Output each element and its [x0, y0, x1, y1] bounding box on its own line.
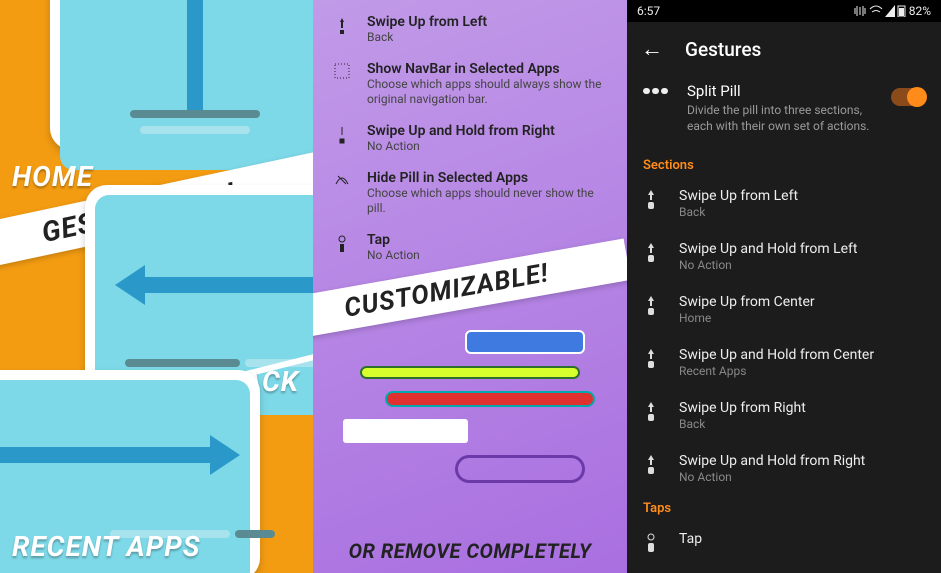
gesture-title: Swipe Up from Right [679, 400, 806, 416]
promo-panel-gesture: HOME GESTURE BAR! BACK RECENT APPS [0, 0, 313, 573]
status-bar: 6:57 82% [627, 0, 941, 22]
gesture-sub: No Action [679, 258, 858, 272]
status-time: 6:57 [637, 4, 660, 18]
pill-sample-outline [455, 455, 585, 483]
back-button[interactable]: ← [641, 36, 663, 62]
gesture-item[interactable]: Swipe Up and Hold from LeftNo Action [627, 230, 941, 283]
pill-sample-yellow [360, 366, 580, 379]
gesture-item[interactable]: Swipe Up and Hold from RightNo Action [627, 442, 941, 495]
gesture-icon [643, 241, 661, 264]
gesture-title: Swipe Up from Left [679, 188, 798, 204]
split-pill-icon [643, 82, 671, 97]
section-header-sections: Sections [627, 152, 941, 177]
gesture-icon [331, 14, 353, 36]
setting-row[interactable]: Show NavBar in Selected AppsChoose which… [331, 61, 609, 107]
promo-panel-customizable: Swipe Up from LeftBack Show NavBar in Se… [313, 0, 627, 573]
gesture-sub: Home [679, 311, 815, 325]
settings-screen: 6:57 82% ← Gestures Split Pill Divide th… [627, 0, 941, 573]
gesture-title: Swipe Up and Hold from Left [679, 241, 858, 257]
grid-icon [331, 61, 353, 79]
gesture-item[interactable]: Swipe Up from CenterHome [627, 283, 941, 336]
tap-icon [331, 232, 353, 254]
gesture-item[interactable]: Swipe Up and Hold from CenterRecent Apps [627, 336, 941, 389]
split-title: Split Pill [687, 82, 875, 100]
setting-row[interactable]: Swipe Up and Hold from RightNo Action [331, 123, 609, 154]
gesture-icon [643, 188, 661, 211]
gesture-title: Swipe Up and Hold from Center [679, 347, 874, 363]
gesture-icon [643, 347, 661, 370]
setting-row[interactable]: Hide Pill in Selected AppsChoose which a… [331, 170, 609, 216]
status-battery: 82% [909, 4, 931, 18]
gesture-title: Swipe Up from Center [679, 294, 815, 310]
gesture-hold-icon [331, 123, 353, 145]
vibrate-icon [853, 5, 867, 17]
arrow-right-icon [0, 435, 240, 475]
section-header-taps: Taps [627, 495, 941, 520]
app-bar: ← Gestures [627, 22, 941, 72]
bottom-caption: OR REMOVE COMPLETELY [313, 539, 627, 563]
gesture-sub: No Action [679, 470, 865, 484]
hide-icon [331, 170, 353, 186]
split-pill-row[interactable]: Split Pill Divide the pill into three se… [627, 72, 941, 152]
split-sub: Divide the pill into three sections, eac… [687, 102, 875, 134]
page-title: Gestures [685, 38, 761, 61]
gesture-title: Swipe Up and Hold from Right [679, 453, 865, 469]
pill-sample-red [385, 391, 595, 407]
gesture-icon [643, 400, 661, 423]
gesture-icon [643, 453, 661, 476]
pill-sample-white [343, 419, 468, 443]
setting-row[interactable]: Swipe Up from LeftBack [331, 14, 609, 45]
gesture-sub: Back [679, 417, 806, 431]
gesture-item[interactable]: Swipe Up from RightBack [627, 389, 941, 442]
pill-samples [313, 330, 627, 483]
signal-icon [885, 5, 895, 17]
battery-icon [897, 5, 907, 17]
wifi-icon [869, 5, 883, 17]
gesture-sub: Recent Apps [679, 364, 874, 378]
gesture-item[interactable]: Swipe Up from LeftBack [627, 177, 941, 230]
arrow-up-icon [175, 0, 215, 110]
gesture-item[interactable]: Tap [627, 520, 941, 565]
arrow-left-icon [115, 265, 313, 305]
label-home: HOME [12, 160, 93, 193]
gesture-title: Tap [679, 531, 702, 547]
label-recent: RECENT APPS [12, 530, 200, 563]
tap-icon [643, 531, 661, 554]
gesture-sub: Back [679, 205, 798, 219]
gesture-icon [643, 294, 661, 317]
split-toggle[interactable] [891, 88, 925, 106]
pill-sample-blue [465, 330, 585, 354]
phone-home [50, 0, 313, 150]
